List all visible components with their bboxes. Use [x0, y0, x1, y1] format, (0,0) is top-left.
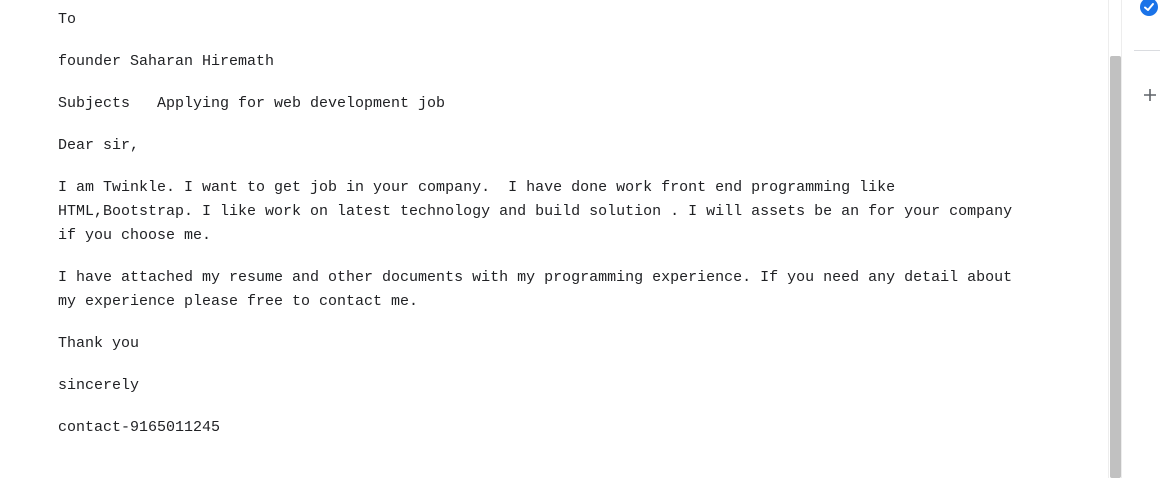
letter-closing: sincerely — [58, 377, 140, 394]
side-panel — [1122, 0, 1170, 478]
document-body[interactable]: To founder Saharan Hiremath Subjects App… — [0, 0, 1108, 478]
letter-para1-line3: if you choose me. — [58, 227, 212, 244]
letter-greeting: Dear sir, — [58, 137, 140, 154]
letter-subject: Subjects Applying for web development jo… — [58, 95, 446, 112]
page: To founder Saharan Hiremath Subjects App… — [0, 0, 1170, 478]
side-panel-divider — [1134, 50, 1160, 51]
letter-para1-line2: HTML,Bootstrap. I like work on latest te… — [58, 203, 1013, 220]
letter-recipient: founder Saharan Hiremath — [58, 53, 275, 70]
letter-contact: contact-9165011245 — [58, 419, 221, 436]
letter-thanks: Thank you — [58, 335, 140, 352]
letter-para2-line1: I have attached my resume and other docu… — [58, 269, 1013, 286]
vertical-scrollbar-thumb[interactable] — [1110, 56, 1121, 478]
plus-glyph — [1144, 89, 1156, 101]
letter-para1-line1: I am Twinkle. I want to get job in your … — [58, 179, 896, 196]
checkmark-icon — [1144, 3, 1154, 11]
add-icon[interactable] — [1141, 86, 1159, 104]
letter-to-line: To — [58, 11, 77, 28]
letter-para2-line2: my experience please free to contact me. — [58, 293, 419, 310]
